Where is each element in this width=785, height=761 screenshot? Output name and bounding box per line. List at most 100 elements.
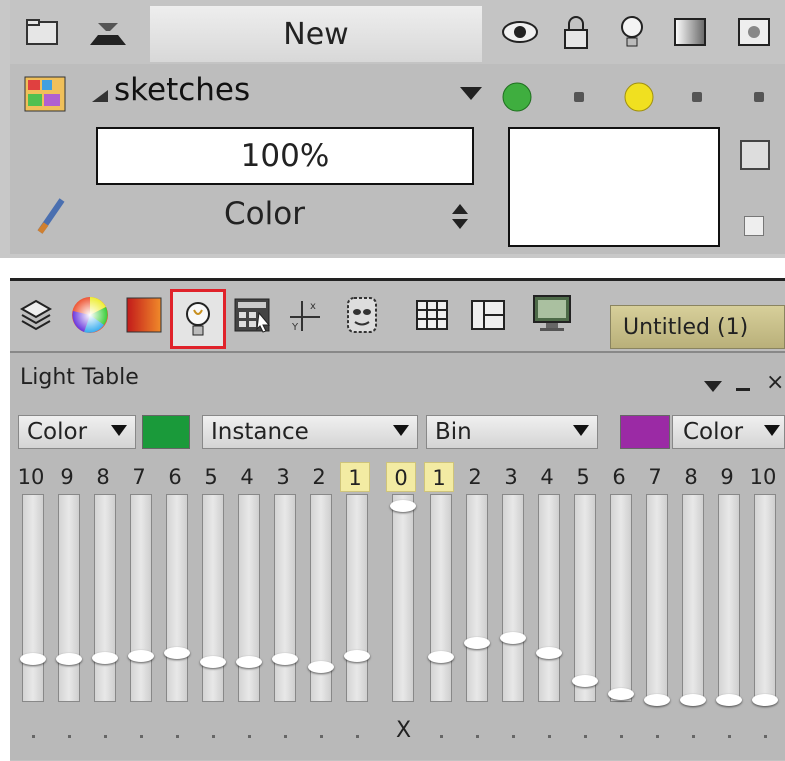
- monitor-icon[interactable]: [530, 290, 574, 336]
- layer-dot-1[interactable]: [574, 92, 584, 102]
- frame-number-label: 10: [17, 465, 45, 489]
- document-tab[interactable]: Untitled (1): [610, 305, 785, 349]
- frame-dot: [284, 735, 287, 738]
- frame-slider-handle[interactable]: [92, 652, 118, 664]
- opacity-field[interactable]: 100%: [96, 127, 474, 185]
- mask-icon[interactable]: [340, 292, 384, 338]
- layer-menu-arrow-icon[interactable]: [460, 86, 482, 105]
- frame-slider-track[interactable]: [94, 494, 116, 702]
- panel-menu-arrow-icon[interactable]: [704, 378, 722, 397]
- new-layer-button[interactable]: New: [150, 6, 482, 62]
- expand-triangle-icon[interactable]: [90, 88, 110, 108]
- frame-slider-track[interactable]: [538, 494, 560, 702]
- mask-icon[interactable]: [734, 14, 774, 50]
- lightbulb-icon[interactable]: [612, 14, 652, 50]
- frame-slider-handle[interactable]: [500, 632, 526, 644]
- axis-icon[interactable]: xY: [284, 292, 328, 338]
- left-mode-label: Color: [27, 419, 88, 445]
- frame-number-label: 4: [240, 465, 254, 489]
- frame-slider-track[interactable]: [238, 494, 260, 702]
- layer-preview: [508, 127, 720, 247]
- swatch-icon[interactable]: [122, 292, 166, 338]
- frame-slider-track[interactable]: [646, 494, 668, 702]
- frame-slider-handle[interactable]: [308, 661, 334, 673]
- frame-number-label: 10: [749, 465, 777, 489]
- frame-slider-track[interactable]: [202, 494, 224, 702]
- left-color-swatch[interactable]: [142, 415, 190, 449]
- frame-slider-track[interactable]: [466, 494, 488, 702]
- flip-icon[interactable]: [88, 14, 128, 50]
- frame-slider-handle[interactable]: [608, 688, 634, 700]
- calculator-icon[interactable]: [230, 292, 274, 338]
- blend-mode-select[interactable]: Color: [224, 196, 305, 232]
- minimize-icon[interactable]: [736, 388, 750, 391]
- frame-slider-handle[interactable]: [200, 656, 226, 668]
- gradient-icon[interactable]: [670, 14, 710, 50]
- blend-mode-stepper-icon[interactable]: [452, 204, 468, 234]
- frame-slider-handle[interactable]: [390, 500, 416, 512]
- frame-slider-track[interactable]: [166, 494, 188, 702]
- grid-icon[interactable]: [410, 292, 454, 338]
- frame-number-label: 0: [386, 462, 416, 492]
- layer-name[interactable]: sketches: [114, 72, 250, 108]
- frame-slider-handle[interactable]: [716, 694, 742, 706]
- right-color-swatch[interactable]: [620, 415, 670, 449]
- frame-slider-track[interactable]: [392, 494, 414, 702]
- layer-dot-2[interactable]: [692, 92, 702, 102]
- frame-slider-handle[interactable]: [272, 653, 298, 665]
- eye-icon[interactable]: [500, 14, 540, 50]
- frame-slider-track[interactable]: [130, 494, 152, 702]
- frame-slider-track[interactable]: [274, 494, 296, 702]
- frame-slider-track[interactable]: [682, 494, 704, 702]
- svg-text:x: x: [310, 301, 316, 312]
- frame-slider-track[interactable]: [58, 494, 80, 702]
- frame-slider-track[interactable]: [718, 494, 740, 702]
- frame-number-label: 9: [720, 465, 734, 489]
- frame-slider-handle[interactable]: [164, 647, 190, 659]
- layer-thumbnail-icon: [24, 76, 66, 112]
- frame-slider-handle[interactable]: [680, 694, 706, 706]
- right-mode-select[interactable]: Color: [672, 415, 785, 449]
- green-status-dot-icon[interactable]: [500, 80, 534, 118]
- frame-slider-track[interactable]: [430, 494, 452, 702]
- frame-slider-track[interactable]: [22, 494, 44, 702]
- frame-slider-handle[interactable]: [236, 656, 262, 668]
- frame-slider-handle[interactable]: [344, 650, 370, 662]
- frame-dot: [176, 735, 179, 738]
- bin-select[interactable]: Bin: [426, 415, 598, 449]
- frame-slider-track[interactable]: [610, 494, 632, 702]
- folder-icon[interactable]: [22, 14, 62, 50]
- frame-number-label: 6: [168, 465, 182, 489]
- frame-dot: [68, 735, 71, 738]
- frame-icon[interactable]: [466, 292, 510, 338]
- small-options-icon[interactable]: [744, 216, 764, 236]
- close-icon[interactable]: ×: [766, 370, 784, 395]
- frame-slider-handle[interactable]: [536, 647, 562, 659]
- left-mode-select[interactable]: Color: [18, 415, 136, 449]
- lock-icon[interactable]: [556, 14, 596, 50]
- frame-slider-handle[interactable]: [644, 694, 670, 706]
- right-mode-label: Color: [683, 419, 744, 445]
- frame-slider-track[interactable]: [502, 494, 524, 702]
- yellow-status-dot-icon[interactable]: [622, 80, 656, 118]
- frame-slider-track[interactable]: [754, 494, 776, 702]
- frame-number-label: 3: [276, 465, 290, 489]
- frame-slider-track[interactable]: [574, 494, 596, 702]
- frame-slider-handle[interactable]: [20, 653, 46, 665]
- frame-slider-handle[interactable]: [128, 650, 154, 662]
- color-wheel-icon[interactable]: [68, 292, 112, 338]
- frame-slider-handle[interactable]: [464, 637, 490, 649]
- instance-select[interactable]: Instance: [202, 415, 418, 449]
- light-table-tab[interactable]: [170, 289, 226, 349]
- layer-dot-3[interactable]: [754, 92, 764, 102]
- texture-icon[interactable]: [740, 140, 770, 170]
- frame-slider-handle[interactable]: [56, 653, 82, 665]
- frame-dot: [104, 735, 107, 738]
- frame-slider-handle[interactable]: [428, 651, 454, 663]
- frame-slider-handle[interactable]: [572, 675, 598, 687]
- frame-number-label: 6: [612, 465, 626, 489]
- layers-icon[interactable]: [14, 292, 58, 338]
- frame-slider-handle[interactable]: [752, 694, 778, 706]
- frame-dot: [512, 735, 515, 738]
- frame-slider-track[interactable]: [346, 494, 368, 702]
